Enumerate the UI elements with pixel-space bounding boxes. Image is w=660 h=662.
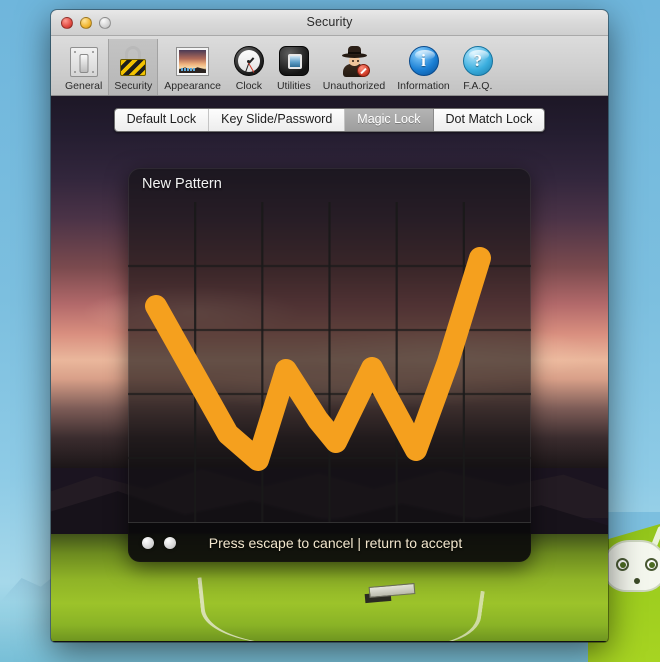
segmented-control: Default Lock Key Slide/Password Magic Lo… — [113, 108, 546, 132]
window-title: Security — [306, 15, 353, 29]
toolbar-item-information[interactable]: i Information — [391, 39, 456, 95]
toolbar-item-clock[interactable]: Clock — [227, 39, 271, 95]
security-app-window: Security General Security Appearance Clo… — [51, 10, 608, 642]
toolbar-label-information: Information — [397, 80, 450, 92]
spy-icon — [338, 46, 370, 78]
toolbar-label-utilities: Utilities — [276, 80, 311, 92]
page-indicator-dots — [142, 536, 176, 549]
pattern-drawing-svg[interactable] — [128, 202, 531, 522]
preferences-toolbar: General Security Appearance Clock Utilit… — [51, 36, 608, 96]
panel-footer: Press escape to cancel | return to accep… — [128, 522, 531, 562]
panel-title: New Pattern — [142, 176, 222, 192]
pattern-canvas[interactable] — [128, 202, 531, 522]
toolbar-label-appearance: Appearance — [164, 80, 221, 92]
toolbar-label-unauthorized: Unauthorized — [322, 80, 386, 92]
info-icon: i — [408, 46, 440, 78]
new-pattern-panel: New Pattern Press escape to cancel | ret… — [128, 168, 531, 562]
lock-mode-tabbar: Default Lock Key Slide/Password Magic Lo… — [51, 108, 608, 132]
tab-dot-match-lock[interactable]: Dot Match Lock — [433, 109, 545, 131]
toolbar-label-security: Security — [114, 80, 153, 92]
utilities-icon — [278, 46, 310, 78]
preferences-content: Default Lock Key Slide/Password Magic Lo… — [51, 96, 608, 641]
panel-header: New Pattern — [128, 168, 531, 204]
light-switch-icon — [68, 46, 100, 78]
toolbar-item-appearance[interactable]: Appearance — [158, 39, 227, 95]
page-dot[interactable] — [164, 536, 176, 549]
clock-icon — [233, 46, 265, 78]
toolbar-item-general[interactable]: General — [59, 39, 108, 95]
mascot-eye-right — [645, 558, 658, 571]
mascot-nose — [634, 578, 640, 584]
toolbar-label-faq: F.A.Q. — [463, 80, 493, 92]
toolbar-label-general: General — [65, 80, 103, 92]
question-icon: ? — [462, 46, 494, 78]
pattern-stroke — [145, 247, 491, 471]
toolbar-label-clock: Clock — [235, 80, 263, 92]
tab-default-lock[interactable]: Default Lock — [114, 109, 210, 131]
toolbar-item-faq[interactable]: ? F.A.Q. — [456, 39, 500, 95]
page-dot[interactable] — [142, 536, 154, 549]
panel-footer-text: Press escape to cancel | return to accep… — [208, 534, 463, 551]
tab-magic-lock[interactable]: Magic Lock — [345, 109, 434, 131]
toolbar-item-security[interactable]: Security — [108, 39, 159, 95]
photo-thumbnail-icon — [177, 46, 209, 78]
toolbar-item-unauthorized[interactable]: Unauthorized — [317, 39, 391, 95]
toolbar-item-utilities[interactable]: Utilities — [271, 39, 317, 95]
desktop-background: Security General Security Appearance Clo… — [0, 0, 660, 662]
window-titlebar[interactable]: Security — [51, 10, 608, 36]
mascot-eye-left — [616, 558, 629, 571]
tab-key-slide[interactable]: Key Slide/Password — [209, 109, 346, 131]
padlock-icon — [117, 46, 149, 78]
